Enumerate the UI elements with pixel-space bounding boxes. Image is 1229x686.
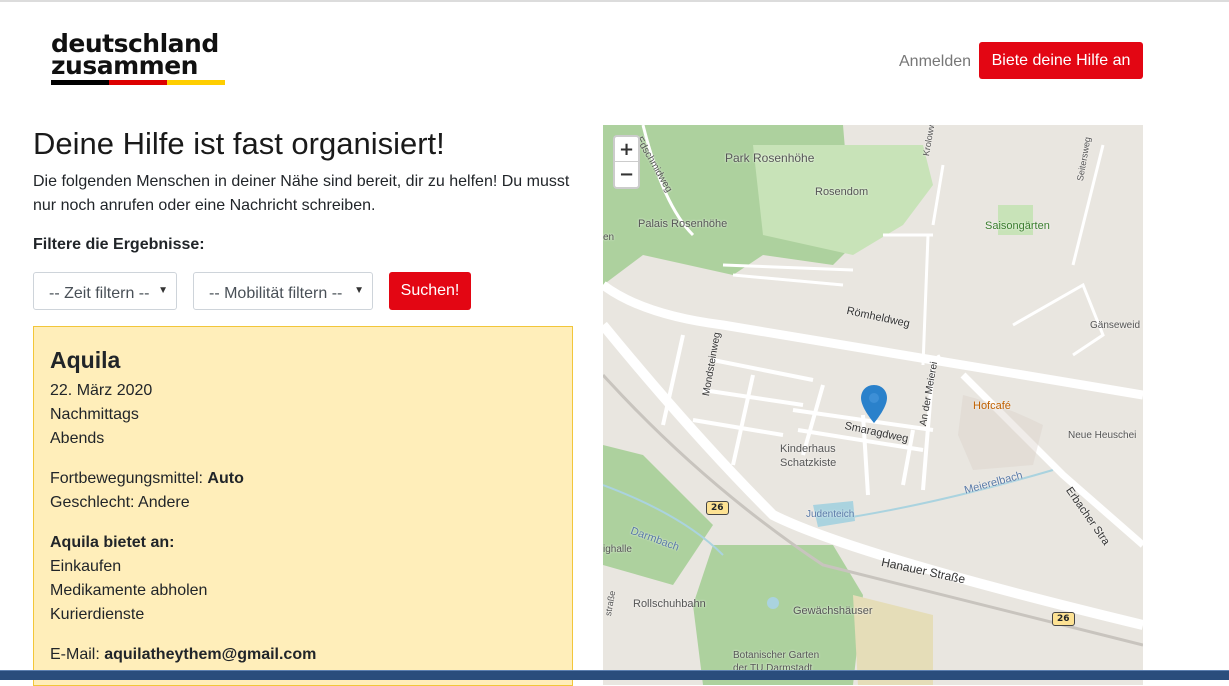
pond (767, 597, 779, 609)
time-filter-value: -- Zeit filtern -- (49, 285, 150, 302)
helper-card: Aquila 22. März 2020 Nachmittags Abends … (33, 326, 573, 686)
window-top-border (0, 0, 1229, 2)
map-label: Neue Heuschei (1068, 430, 1137, 441)
map-view[interactable]: Park Rosenhöhe Rosendom Palais Rosenhöhe Sa… (603, 125, 1143, 685)
map-label: Gewächshäuser (793, 605, 873, 617)
mobility-filter-value: -- Mobilität filtern -- (209, 285, 343, 302)
mobility-label: Fortbewegungsmittel: (50, 470, 203, 487)
helper-time-1: Nachmittags (50, 406, 139, 423)
flag-stripe (51, 80, 225, 85)
offer-item: Einkaufen (50, 558, 122, 575)
page-lead: Die folgenden Menschen in deiner Nähe si… (33, 173, 570, 214)
offer-item: Kurierdienste (50, 606, 145, 623)
search-button[interactable]: Suchen! (389, 272, 471, 310)
site-logo[interactable]: deutschland zusammen (51, 31, 226, 85)
map-label: Schatzkiste (780, 457, 837, 469)
os-taskbar (0, 670, 1229, 680)
map-label: Hofcafé (973, 400, 1011, 412)
email-label: E-Mail: (50, 646, 100, 663)
page-title: Deine Hilfe ist fast organisiert! (33, 126, 445, 161)
location-marker-icon[interactable] (861, 385, 887, 423)
map-label: Palais Rosenhöhe (638, 218, 728, 230)
map-label: Rosendom (815, 186, 869, 198)
map-label: Rollschuhbahn (633, 598, 706, 610)
logo-line-2: zusammen (51, 51, 198, 80)
helper-date: 22. März 2020 (50, 382, 153, 399)
zoom-out-button[interactable]: − (615, 162, 638, 187)
zoom-control: + − (613, 135, 640, 189)
chevron-down-icon: ▼ (354, 285, 364, 296)
time-filter-select[interactable]: -- Zeit filtern -- ▼ (33, 272, 177, 310)
map-label: Park Rosenhöhe (725, 151, 815, 165)
map-label: Kinderhaus (780, 443, 836, 455)
offer-help-button[interactable]: Biete deine Hilfe an (979, 42, 1143, 79)
map-label: Saisongärten (985, 220, 1050, 232)
zoom-in-button[interactable]: + (615, 137, 638, 162)
offers-label: Aquila bietet an: (50, 534, 175, 551)
filter-label: Filtere die Ergebnisse: (33, 236, 205, 253)
chevron-down-icon: ▼ (158, 285, 168, 296)
helper-name: Aquila (50, 347, 121, 373)
helper-details: Fortbewegungsmittel: Auto Geschlecht: An… (50, 467, 556, 515)
helper-time-2: Abends (50, 430, 105, 447)
road-shield: 26 (1052, 612, 1075, 626)
helper-email: E-Mail: aquilatheythem@gmail.com (50, 643, 556, 667)
mobility-filter-select[interactable]: -- Mobilität filtern -- ▼ (193, 272, 373, 310)
login-link[interactable]: Anmelden (899, 53, 971, 71)
map-label: Judenteich (806, 509, 855, 520)
helper-mobility: Fortbewegungsmittel: Auto (50, 467, 556, 491)
offer-item: Medikamente abholen (50, 582, 208, 599)
map-label: en (603, 232, 615, 243)
helper-gender: Geschlecht: Andere (50, 494, 190, 511)
map-label: ighalle (603, 544, 632, 555)
mobility-value: Auto (207, 470, 244, 487)
main-road (603, 281, 1143, 400)
email-value[interactable]: aquilatheythem@gmail.com (104, 646, 316, 663)
map-label: Botanischer Garten (733, 650, 820, 661)
map-label: Gänseweid (1090, 320, 1141, 331)
road-shield: 26 (706, 501, 729, 515)
helper-availability: 22. März 2020 Nachmittags Abends (50, 379, 556, 451)
helper-offers: Aquila bietet an: Einkaufen Medikamente … (50, 531, 556, 627)
